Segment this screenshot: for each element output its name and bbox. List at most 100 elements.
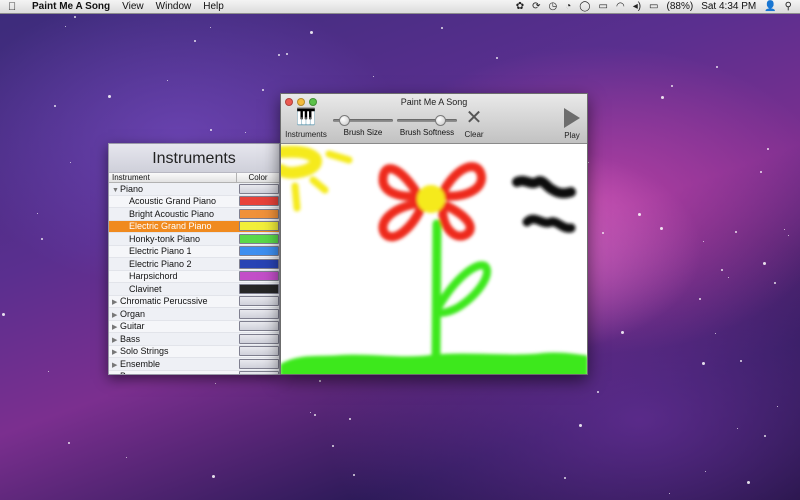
star bbox=[194, 40, 196, 42]
star bbox=[286, 53, 288, 55]
petal bbox=[438, 201, 475, 241]
instrument-name: ▶ Ensemble bbox=[109, 359, 237, 369]
instrument-name: ▼Piano bbox=[109, 184, 237, 194]
star bbox=[740, 360, 742, 362]
disclosure-closed-icon[interactable]: ▶ bbox=[112, 323, 120, 331]
brush-size-knob[interactable] bbox=[338, 115, 350, 126]
spotlight-search-icon[interactable]: ⚲ bbox=[785, 1, 792, 12]
color-swatch[interactable] bbox=[239, 196, 279, 207]
brush-size-slider[interactable]: Brush Size bbox=[333, 113, 393, 137]
instrument-label: Clavinet bbox=[129, 283, 162, 294]
disclosure-closed-icon[interactable]: ▶ bbox=[112, 298, 120, 306]
paint-canvas[interactable] bbox=[281, 144, 587, 374]
color-swatch[interactable] bbox=[239, 271, 279, 282]
star bbox=[353, 474, 355, 476]
battery-icon[interactable]: ▭ bbox=[649, 1, 658, 12]
instrument-name: ▶Brass bbox=[109, 371, 237, 374]
apple-menu-icon[interactable]:  bbox=[8, 1, 22, 13]
instrument-group-row[interactable]: ▶ Ensemble bbox=[109, 358, 279, 371]
instrument-row[interactable]: Electric Grand Piano bbox=[109, 220, 279, 233]
star bbox=[54, 105, 56, 107]
play-button[interactable]: Play bbox=[559, 108, 585, 140]
instrument-label: Electric Piano 1 bbox=[129, 246, 192, 257]
display-icon[interactable]: ▭ bbox=[599, 1, 608, 12]
instrument-group-row[interactable]: ▶ Bass bbox=[109, 333, 279, 346]
instruments-button[interactable]: 🎹 Instruments bbox=[285, 110, 327, 140]
star bbox=[210, 27, 211, 28]
color-swatch[interactable] bbox=[239, 333, 279, 344]
volume-icon[interactable]: ◂) bbox=[633, 1, 641, 12]
chat-icon[interactable]: ◯ bbox=[579, 1, 590, 12]
column-header-instrument[interactable]: Instrument bbox=[109, 173, 237, 182]
instrument-group-row[interactable]: ▶Brass bbox=[109, 370, 279, 374]
user-icon[interactable]: 👤 bbox=[764, 1, 776, 12]
instrument-name: ▶ Organ bbox=[109, 309, 237, 319]
brush-size-label: Brush Size bbox=[343, 128, 383, 137]
wifi-icon[interactable]: ◠ bbox=[616, 1, 625, 12]
instrument-row[interactable]: Clavinet bbox=[109, 283, 279, 296]
status-area: ✿ ⟳ ◷ ◔ ◯ ▭ ◠ ◂) ▭ (88%) Sat 4:34 PM 👤 ⚲ bbox=[508, 1, 800, 12]
disclosure-closed-icon[interactable]: ▶ bbox=[112, 361, 120, 369]
color-swatch[interactable] bbox=[239, 296, 279, 307]
instrument-group-row[interactable]: ▶ Organ bbox=[109, 308, 279, 321]
color-swatch[interactable] bbox=[239, 321, 279, 332]
instrument-group-row[interactable]: ▶ Solo Strings bbox=[109, 345, 279, 358]
disclosure-closed-icon[interactable]: ▶ bbox=[112, 311, 120, 319]
instrument-row[interactable]: Acoustic Grand Piano bbox=[109, 195, 279, 208]
menu-clock[interactable]: Sat 4:34 PM bbox=[701, 1, 756, 12]
bird bbox=[522, 214, 576, 233]
bird bbox=[512, 175, 576, 199]
color-swatch[interactable] bbox=[239, 346, 279, 357]
star bbox=[774, 282, 776, 284]
color-swatch[interactable] bbox=[239, 308, 279, 319]
star bbox=[167, 80, 168, 81]
instrument-group-row[interactable]: ▼Piano bbox=[109, 183, 279, 196]
brush-softness-knob[interactable] bbox=[435, 115, 447, 126]
disclosure-open-icon[interactable]: ▼ bbox=[112, 187, 120, 194]
disclosure-closed-icon[interactable]: ▶ bbox=[112, 373, 120, 374]
menu-window[interactable]: Window bbox=[156, 1, 192, 12]
grass bbox=[281, 352, 587, 374]
menu-view[interactable]: View bbox=[122, 1, 144, 12]
leaf bbox=[435, 261, 491, 317]
column-header-color[interactable]: Color bbox=[237, 173, 279, 182]
color-swatch[interactable] bbox=[239, 183, 279, 194]
color-swatch[interactable] bbox=[239, 208, 279, 219]
brush-softness-track[interactable] bbox=[397, 115, 457, 126]
petal bbox=[378, 199, 426, 242]
color-swatch[interactable] bbox=[239, 258, 279, 269]
disclosure-closed-icon[interactable]: ▶ bbox=[112, 336, 120, 344]
disclosure-closed-icon[interactable]: ▶ bbox=[112, 348, 120, 356]
color-swatch[interactable] bbox=[239, 371, 279, 374]
star bbox=[737, 428, 738, 429]
color-swatch[interactable] bbox=[239, 358, 279, 369]
paw-icon[interactable]: ✿ bbox=[516, 1, 524, 12]
instrument-row[interactable]: Electric Piano 2 bbox=[109, 258, 279, 271]
battery-percent[interactable]: (88%) bbox=[667, 1, 694, 12]
instrument-row[interactable]: Honky-tonk Piano bbox=[109, 233, 279, 246]
instrument-row[interactable]: Harpsichord bbox=[109, 270, 279, 283]
color-swatch[interactable] bbox=[239, 233, 279, 244]
star bbox=[310, 31, 313, 34]
stem bbox=[431, 219, 442, 364]
play-icon bbox=[564, 108, 580, 128]
color-swatch[interactable] bbox=[239, 246, 279, 257]
instrument-name: Electric Piano 1 bbox=[109, 246, 237, 256]
star bbox=[564, 477, 566, 479]
instrument-group-row[interactable]: ▶ Guitar bbox=[109, 320, 279, 333]
brush-size-track[interactable] bbox=[333, 115, 393, 126]
time-machine-icon[interactable]: ◷ bbox=[549, 1, 558, 12]
sync-icon[interactable]: ⟳ bbox=[532, 1, 540, 12]
instrument-row[interactable]: Bright Acoustic Piano bbox=[109, 208, 279, 221]
color-swatch[interactable] bbox=[239, 283, 279, 294]
instrument-row[interactable]: Electric Piano 1 bbox=[109, 245, 279, 258]
star bbox=[763, 262, 766, 265]
brush-softness-slider[interactable]: Brush Softness bbox=[397, 113, 457, 137]
color-swatch[interactable] bbox=[239, 221, 279, 232]
instrument-group-row[interactable]: ▶ Chromatic Perucssive bbox=[109, 295, 279, 308]
star bbox=[621, 331, 624, 334]
clock-icon[interactable]: ◔ bbox=[565, 1, 571, 12]
clear-button[interactable]: ✕ Clear bbox=[461, 108, 487, 139]
menu-help[interactable]: Help bbox=[203, 1, 224, 12]
menu-app-name[interactable]: Paint Me A Song bbox=[32, 1, 110, 12]
